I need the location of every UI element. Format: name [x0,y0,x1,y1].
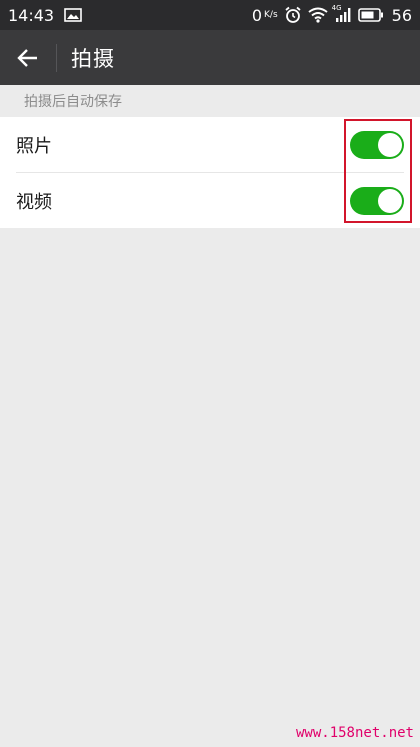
battery-icon [357,8,384,22]
status-time: 14:43 [8,5,55,25]
watermark: www.158net.net [295,725,414,741]
gallery-icon [64,8,82,22]
app-bar: 拍摄 [0,30,420,85]
wifi-icon [308,7,328,23]
network-speed-unit: K/s [264,9,278,20]
arrow-left-icon [17,48,39,68]
highlight-box [344,119,412,223]
alarm-icon [284,6,302,24]
section-header: 拍摄后自动保存 [24,94,122,110]
battery-level: 56 [391,5,412,25]
video-label: 视频 [16,191,52,213]
network-speed-value: 0 [251,5,263,25]
app-bar-divider [56,43,57,72]
network-type-label: 4G [331,4,342,12]
network-speed: 0 K/s [252,6,278,25]
page-title: 拍摄 [71,46,115,71]
status-bar: 14:43 0 K/s 4G 56 [0,0,420,30]
cellular-signal-icon: 4G [331,4,352,23]
back-button[interactable] [0,30,56,85]
photo-label: 照片 [16,135,52,157]
